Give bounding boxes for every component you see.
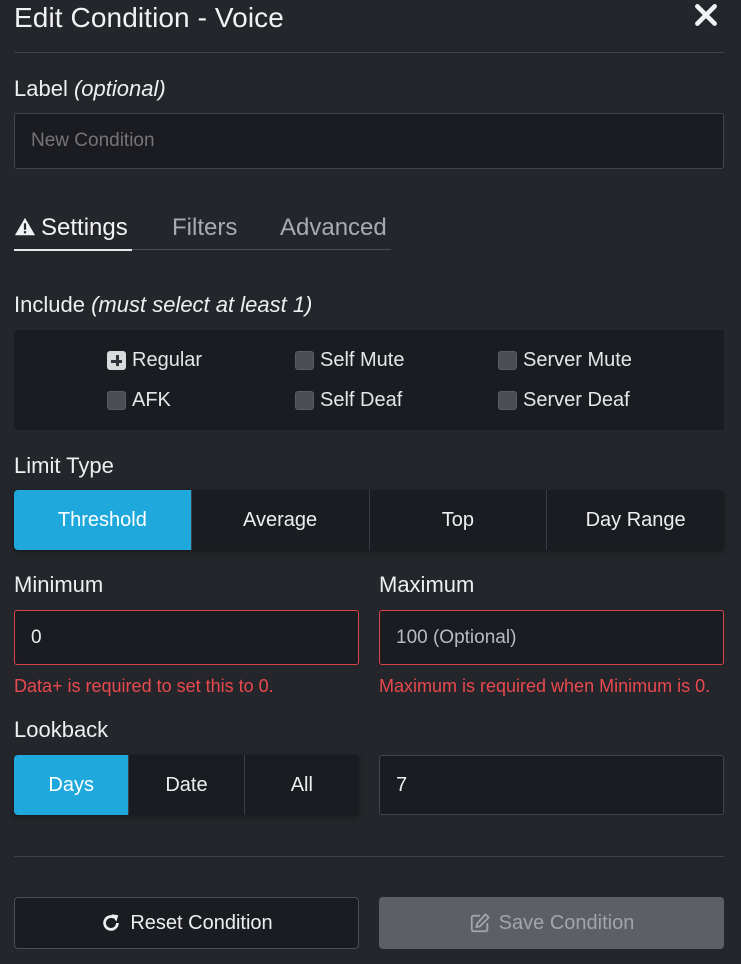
reset-condition-button[interactable]: Reset Condition: [14, 897, 359, 949]
checkbox-self-mute[interactable]: Self Mute: [295, 349, 404, 372]
lookback-value-input[interactable]: 7: [379, 755, 724, 815]
label-input[interactable]: [14, 113, 724, 169]
checkbox-afk[interactable]: AFK: [107, 389, 171, 412]
maximum-error: Maximum is required when Minimum is 0.: [379, 676, 711, 696]
include-heading: Include (must select at least 1): [14, 291, 312, 319]
checkbox-box: [498, 351, 517, 370]
minimum-heading: Minimum: [14, 572, 104, 597]
tab-settings[interactable]: Settings: [14, 210, 132, 251]
checkbox-server-mute[interactable]: Server Mute: [498, 349, 632, 372]
checkbox-box: [295, 391, 314, 410]
maximum-placeholder: 100 (Optional): [396, 626, 517, 648]
lookback-value: 7: [396, 773, 408, 796]
checkbox-label: Self Deaf: [320, 389, 403, 411]
checkbox-box: [107, 391, 126, 410]
tab-advanced[interactable]: Advanced: [280, 210, 387, 250]
include-options: Regular Self Mute Server Mute AFK Self D…: [14, 330, 724, 430]
close-button[interactable]: [693, 2, 723, 32]
checkbox-self-deaf[interactable]: Self Deaf: [295, 389, 402, 412]
checkbox-label: Self Mute: [320, 349, 405, 371]
lookback-date[interactable]: Date: [128, 755, 244, 815]
dialog-title: Edit Condition - Voice: [14, 2, 284, 33]
lookback-all[interactable]: All: [243, 755, 359, 815]
checkbox-box: [498, 391, 517, 410]
warning-icon: [14, 217, 36, 236]
minimum-error: Data+ is required to set this to 0.: [14, 676, 274, 696]
limit-type-top[interactable]: Top: [368, 490, 547, 550]
header-divider: [14, 52, 724, 53]
label-heading-note: (optional): [73, 76, 166, 101]
include-heading-text: Include: [14, 292, 85, 317]
limit-type-day-range[interactable]: Day Range: [546, 490, 724, 550]
reset-condition-label: Reset Condition: [130, 911, 273, 934]
tab-filters[interactable]: Filters: [172, 210, 240, 250]
lookback-heading: Lookback: [14, 717, 109, 742]
checkbox-checked-icon: [107, 351, 126, 370]
tab-settings-label: Settings: [41, 214, 128, 241]
reset-icon: [103, 914, 120, 931]
label-heading: Label (optional): [14, 75, 166, 103]
settings-tabs: Settings Filters Advanced: [14, 210, 391, 251]
footer-divider: [14, 856, 724, 857]
limit-type-average[interactable]: Average: [190, 490, 369, 550]
checkbox-box: [295, 351, 314, 370]
include-heading-note: (must select at least 1): [91, 292, 313, 317]
minimum-input[interactable]: 0: [14, 610, 359, 665]
lookback-selector: Days Date All: [14, 755, 359, 815]
checkbox-regular[interactable]: Regular: [107, 349, 202, 372]
edit-icon: [470, 913, 490, 933]
checkbox-label: AFK: [132, 389, 171, 411]
maximum-input[interactable]: 100 (Optional): [379, 610, 724, 665]
checkbox-label: Regular: [132, 349, 203, 371]
checkbox-label: Server Deaf: [523, 389, 630, 411]
maximum-heading: Maximum: [379, 572, 475, 597]
minimum-value: 0: [31, 626, 42, 648]
save-condition-button[interactable]: Save Condition: [379, 897, 724, 949]
checkbox-server-deaf[interactable]: Server Deaf: [498, 389, 630, 412]
label-heading-text: Label: [14, 76, 68, 101]
lookback-days[interactable]: Days: [14, 755, 129, 815]
save-condition-label: Save Condition: [498, 911, 635, 934]
limit-type-threshold[interactable]: Threshold: [14, 490, 191, 550]
limit-type-selector: Threshold Average Top Day Range: [14, 490, 724, 550]
limit-type-heading: Limit Type: [14, 453, 114, 478]
close-icon: [695, 4, 717, 26]
checkbox-label: Server Mute: [523, 349, 632, 371]
